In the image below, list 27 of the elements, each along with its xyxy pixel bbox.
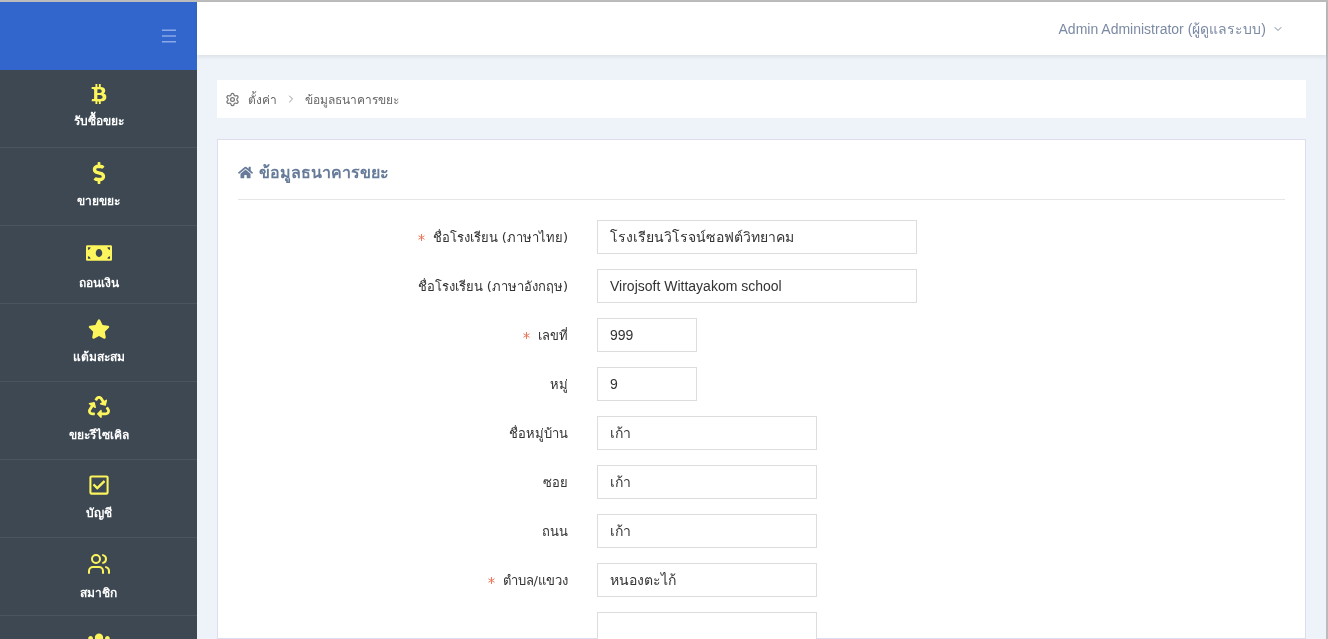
home-icon	[238, 165, 253, 180]
field-label: ชื่อโรงเรียน (ภาษาอังกฤษ)	[417, 277, 568, 296]
user-menu[interactable]: Admin Administrator (ผู้ดูแลระบบ)	[1052, 16, 1290, 41]
input-field[interactable]: เก้า	[597, 514, 817, 548]
settings-icon	[225, 91, 240, 107]
input-field[interactable]: 999	[597, 318, 697, 352]
field-label: ซอย	[543, 473, 568, 492]
input-field[interactable]: โรงเรียนวิโรจน์ซอฟต์วิทยาคม	[597, 220, 917, 254]
breadcrumb-current: ข้อมูลธนาคารขยะ	[305, 91, 399, 109]
input-field[interactable]	[597, 612, 817, 639]
checkbox-icon	[87, 474, 110, 496]
breadcrumb-link[interactable]: ตั้งค่า	[248, 89, 277, 109]
input-field[interactable]: เก้า	[597, 465, 817, 499]
field-label: ตำบล/แขวง	[502, 571, 568, 590]
input-field[interactable]: Virojsoft Wittayakom school	[597, 269, 917, 303]
field-label: ชื่อโรงเรียน (ภาษาไทย)	[432, 228, 568, 247]
recycle-icon	[87, 396, 110, 418]
input-field[interactable]: 9	[597, 367, 697, 401]
input-field[interactable]: เก้า	[597, 416, 817, 450]
field-label: เลขที่	[538, 326, 568, 345]
users-icon	[86, 552, 111, 576]
input-field[interactable]: หนองตะไก้	[597, 563, 817, 597]
field-label: ถนน	[542, 522, 568, 541]
field-label: หมู่	[550, 375, 568, 395]
field-label: ชื่อหมู่บ้าน	[509, 424, 568, 444]
card-title: ข้อมูลธนาคารขยะ	[259, 162, 389, 185]
star-icon	[87, 318, 110, 340]
